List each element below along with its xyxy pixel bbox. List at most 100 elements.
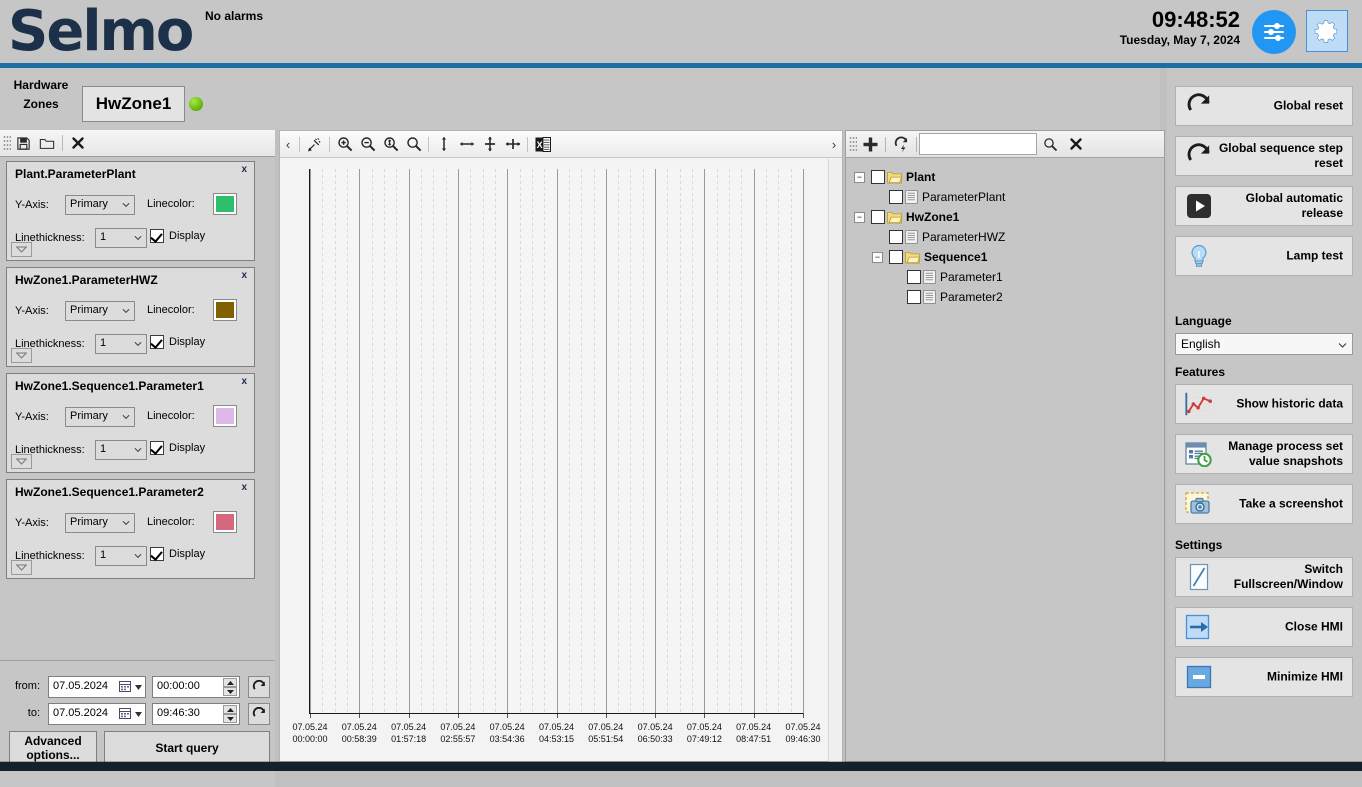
y-axis-label: Y-Axis: (15, 304, 49, 317)
tree-node-checkbox[interactable] (889, 230, 903, 244)
from-time-stepper[interactable] (223, 678, 237, 696)
tree-node[interactable]: ParameterPlant (854, 187, 1164, 207)
fit-vertical-icon[interactable] (432, 132, 455, 156)
y-axis-select[interactable]: Primary (65, 195, 135, 215)
tree-node[interactable]: − HwZone1 (854, 207, 1164, 227)
linecolor-swatch[interactable] (213, 405, 237, 427)
stepper-up[interactable] (223, 678, 237, 687)
sidebar-button[interactable]: Manage process set value snapshots (1175, 434, 1353, 474)
to-time-stepper[interactable] (223, 705, 237, 723)
series-panel-close-button[interactable]: x (238, 481, 250, 494)
search-input[interactable] (919, 133, 1037, 155)
tree-expander-toggle[interactable]: − (854, 211, 865, 223)
to-date-input[interactable]: 07.05.2024 (48, 703, 146, 725)
linethickness-select[interactable]: 1 (95, 334, 147, 354)
start-query-button[interactable]: Start query (104, 731, 270, 765)
tree-node[interactable]: − Sequence1 (854, 247, 1164, 267)
linecolor-swatch[interactable] (213, 193, 237, 215)
sliders-settings-button[interactable] (1252, 10, 1296, 54)
language-select[interactable]: English (1175, 333, 1353, 355)
series-panel-expand-button[interactable] (11, 560, 32, 575)
open-folder-icon[interactable] (35, 131, 59, 155)
chevron-down-icon[interactable] (135, 712, 142, 717)
tree-node-checkbox[interactable] (907, 290, 921, 304)
series-panel-close-button[interactable]: x (238, 375, 250, 388)
linethickness-select[interactable]: 1 (95, 546, 147, 566)
zoom-in-vertical-icon[interactable] (379, 132, 402, 156)
tree-expander-toggle[interactable]: − (854, 171, 865, 183)
chevron-down-icon (134, 234, 142, 242)
sidebar-button[interactable]: Global reset (1175, 86, 1353, 126)
calendar-icon[interactable] (119, 707, 131, 719)
save-icon[interactable] (11, 131, 35, 155)
tree-node-checkbox[interactable] (907, 270, 921, 284)
linecolor-swatch[interactable] (213, 299, 237, 321)
tree-node[interactable]: ParameterHWZ (854, 227, 1164, 247)
sidebar-button[interactable]: Lamp test (1175, 236, 1353, 276)
search-icon[interactable] (1037, 132, 1063, 156)
series-panel-expand-button[interactable] (11, 348, 32, 363)
chart-vertical-scrollbar[interactable] (828, 159, 842, 763)
to-time-input[interactable]: 09:46:30 (152, 703, 240, 725)
export-excel-icon[interactable]: X (531, 132, 554, 156)
sidebar-button[interactable]: Switch Fullscreen/Window (1175, 557, 1353, 597)
toolbar-grip[interactable] (849, 136, 857, 152)
series-panel-expand-button[interactable] (11, 242, 32, 257)
sidebar-button[interactable]: Close HMI (1175, 607, 1353, 647)
sidebar-button[interactable]: Show historic data (1175, 384, 1353, 424)
pointer-zoom-tool-icon[interactable] (303, 132, 326, 156)
display-checkbox[interactable]: Display (150, 335, 205, 349)
from-refresh-button[interactable] (248, 676, 270, 698)
tree-expander-toggle[interactable]: − (872, 251, 883, 263)
y-axis-select[interactable]: Primary (65, 513, 135, 533)
tree-node-checkbox[interactable] (889, 250, 903, 264)
toolbar-prev-button[interactable]: ‹ (280, 132, 296, 156)
scale-horizontal-icon[interactable] (501, 132, 524, 156)
display-checkbox[interactable]: Display (150, 229, 205, 243)
scale-vertical-icon[interactable] (478, 132, 501, 156)
linecolor-swatch[interactable] (213, 511, 237, 533)
sidebar-button[interactable]: Take a screenshot (1175, 484, 1353, 524)
chevron-down-icon[interactable] (135, 685, 142, 690)
tree-node-checkbox[interactable] (871, 170, 885, 184)
clear-x-icon[interactable] (1063, 132, 1089, 156)
display-checkbox[interactable]: Display (150, 547, 205, 561)
tree-node-checkbox[interactable] (889, 190, 903, 204)
tree-node[interactable]: Parameter1 (854, 267, 1164, 287)
calendar-icon[interactable] (119, 680, 131, 692)
advanced-options-button[interactable]: Advanced options... (9, 731, 97, 765)
gear-settings-button[interactable] (1306, 10, 1348, 52)
to-refresh-button[interactable] (248, 703, 270, 725)
tree-node-checkbox[interactable] (871, 210, 885, 224)
display-checkbox[interactable]: Display (150, 441, 205, 455)
toolbar-grip[interactable] (3, 135, 11, 151)
from-date-input[interactable]: 07.05.2024 (48, 676, 146, 698)
sidebar-button[interactable]: Minimize HMI (1175, 657, 1353, 697)
toolbar-separator (916, 136, 917, 152)
refresh-lightning-icon[interactable] (888, 132, 914, 156)
linethickness-select[interactable]: 1 (95, 228, 147, 248)
y-axis-select[interactable]: Primary (65, 301, 135, 321)
sidebar-button[interactable]: Global automatic release (1175, 186, 1353, 226)
zoom-reset-icon[interactable] (402, 132, 425, 156)
stepper-up[interactable] (223, 705, 237, 714)
y-axis-select[interactable]: Primary (65, 407, 135, 427)
series-panel-expand-button[interactable] (11, 454, 32, 469)
tree-node[interactable]: − Plant (854, 167, 1164, 187)
zoom-in-icon[interactable] (333, 132, 356, 156)
fit-horizontal-icon[interactable] (455, 132, 478, 156)
y-axis-label: Y-Axis: (15, 198, 49, 211)
sidebar-button[interactable]: Global sequence step reset (1175, 136, 1353, 176)
tree-node[interactable]: Parameter2 (854, 287, 1164, 307)
close-icon[interactable] (66, 131, 90, 155)
from-time-input[interactable]: 00:00:00 (152, 676, 240, 698)
zoom-out-icon[interactable] (356, 132, 379, 156)
toolbar-next-button[interactable]: › (826, 132, 842, 156)
linethickness-select[interactable]: 1 (95, 440, 147, 460)
series-panel-close-button[interactable]: x (238, 163, 250, 176)
tab-hwzone1[interactable]: HwZone1 (82, 86, 185, 122)
series-panel-close-button[interactable]: x (238, 269, 250, 282)
plus-icon[interactable] (857, 132, 883, 156)
stepper-down[interactable] (223, 714, 237, 723)
stepper-down[interactable] (223, 687, 237, 696)
